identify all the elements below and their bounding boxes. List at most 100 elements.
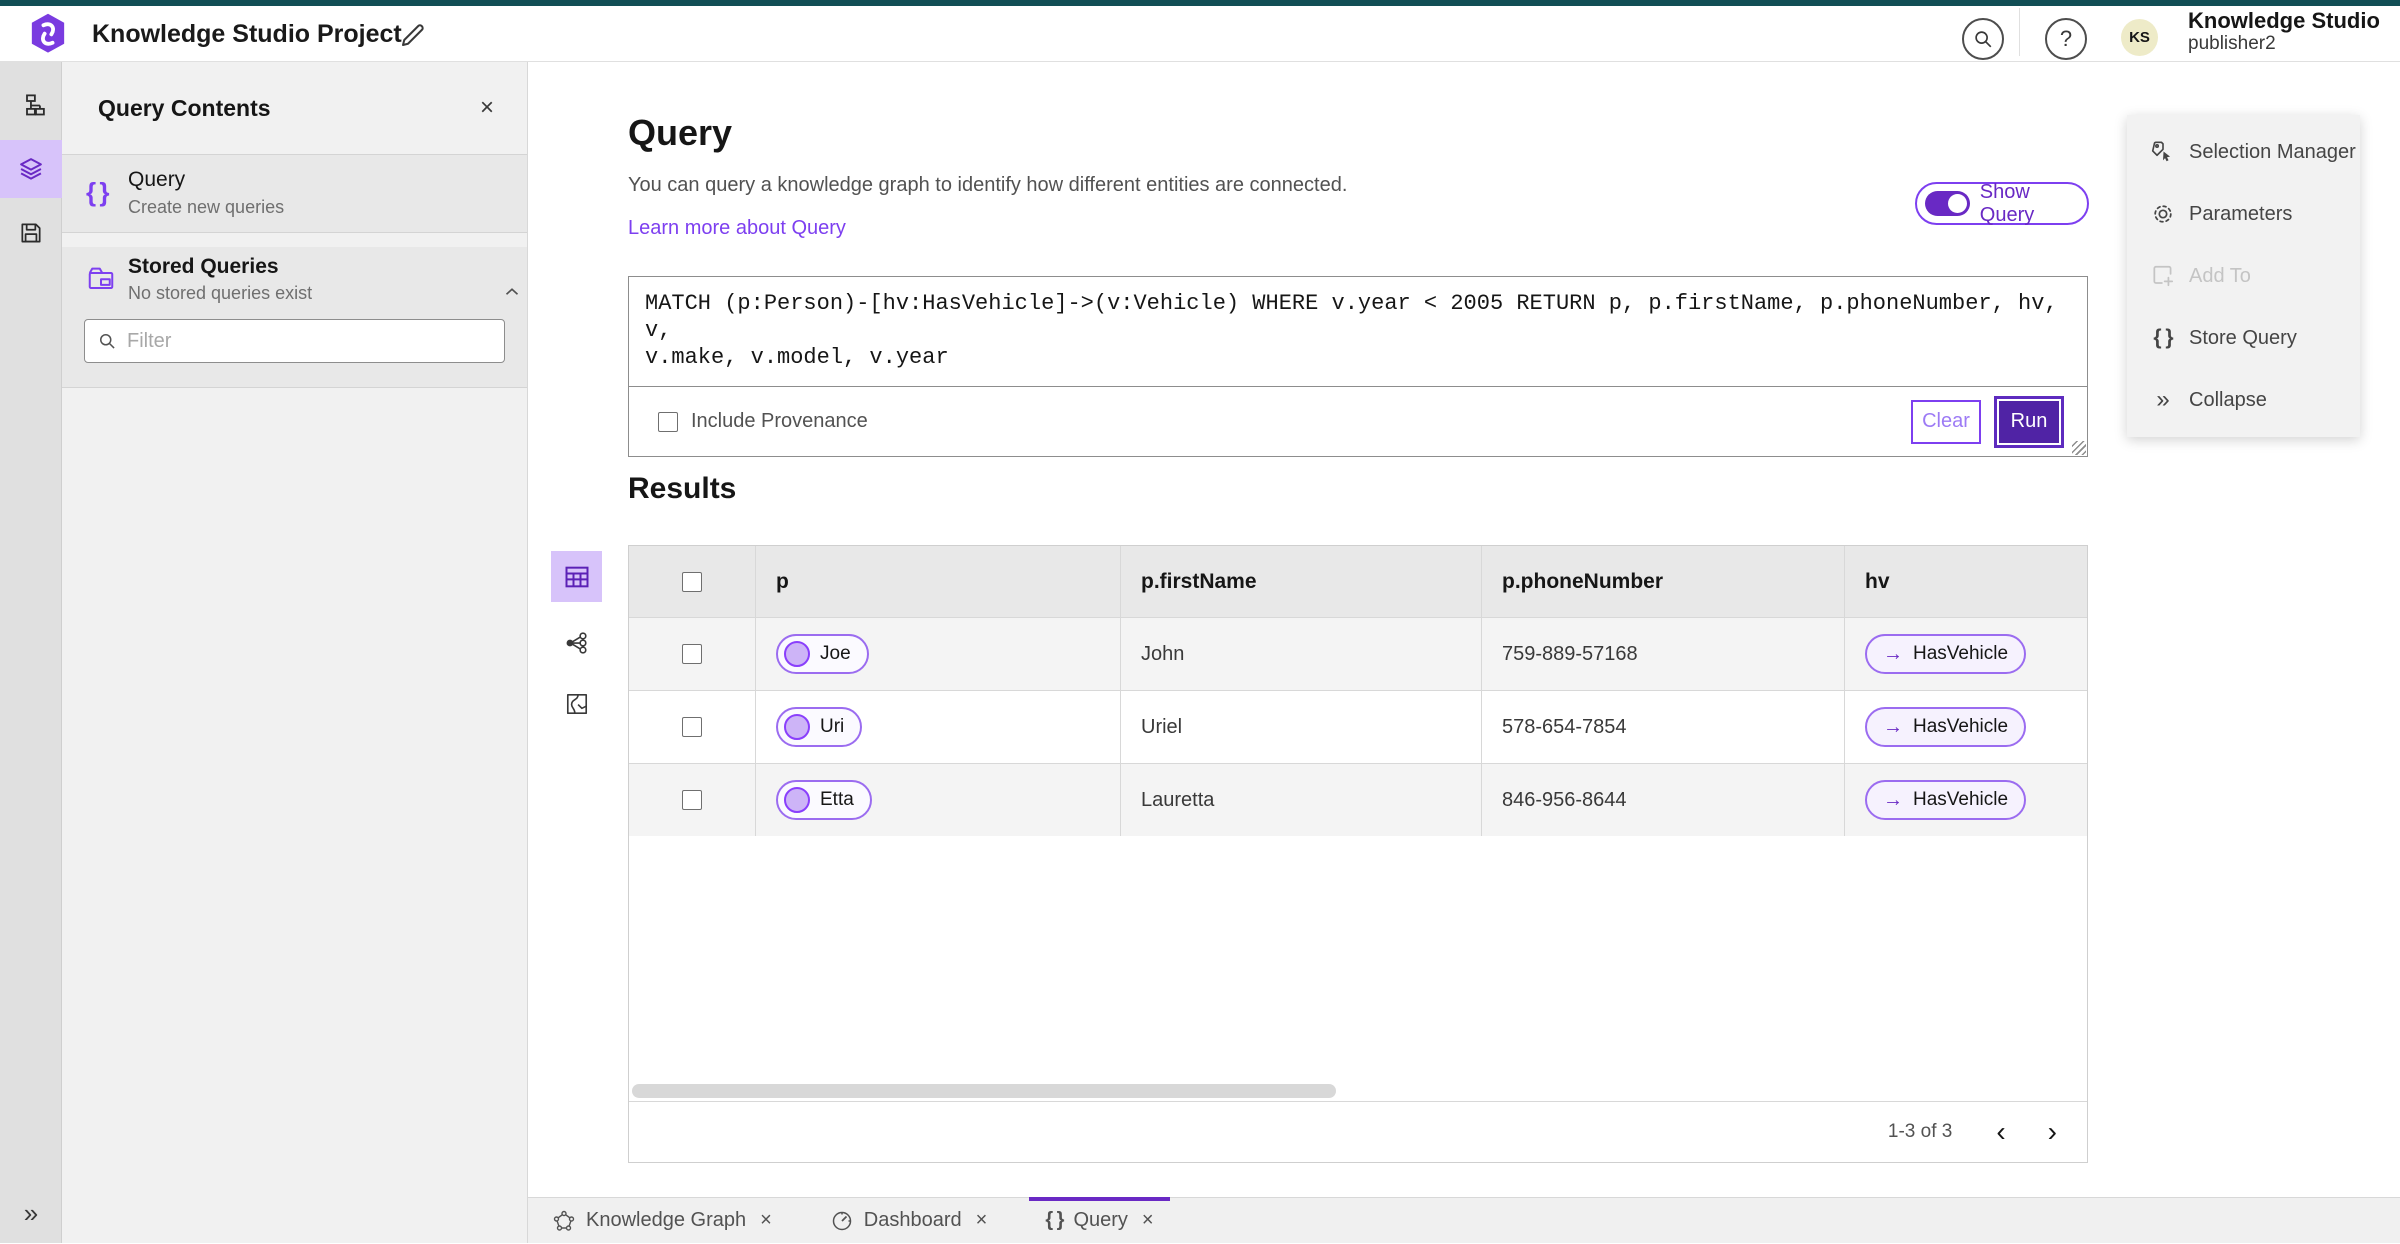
scrollbar-thumb[interactable]: [632, 1084, 1336, 1098]
tab-query[interactable]: { } Query ×: [1029, 1196, 1170, 1244]
selection-manager-label: Selection Manager: [2189, 140, 2356, 163]
query-editor-card: MATCH (p:Person)-[hv:HasVehicle]->(v:Veh…: [628, 276, 2088, 457]
entity-pill[interactable]: Uri: [776, 707, 863, 747]
query-textarea[interactable]: MATCH (p:Person)-[hv:HasVehicle]->(v:Veh…: [629, 277, 2087, 387]
cell-phone: 759-889-57168: [1502, 642, 1638, 665]
selection-manager-icon: [2151, 141, 2171, 162]
help-icon: ?: [2059, 26, 2073, 51]
arrow-right-icon: →: [1883, 642, 1903, 665]
relationship-pill[interactable]: → HasVehicle: [1865, 780, 2027, 820]
column-header-phonenumber[interactable]: p.phoneNumber: [1482, 546, 1845, 617]
expand-rail-button[interactable]: »: [0, 1193, 62, 1233]
table-view-icon: [565, 566, 588, 587]
collapse-panel-button[interactable]: » Collapse: [2127, 369, 2360, 431]
relationship-pill[interactable]: → HasVehicle: [1865, 634, 2027, 674]
main-content: Query You can query a knowledge graph to…: [528, 62, 2400, 1197]
graph-view-button[interactable]: [551, 622, 602, 663]
project-title: Knowledge Studio Project: [92, 20, 402, 48]
learn-more-link[interactable]: Learn more about Query: [628, 217, 846, 240]
sidebar-item-query[interactable]: { } Query Create new queries: [62, 155, 527, 233]
app-logo-icon: [31, 13, 65, 53]
parameters-button[interactable]: Parameters: [2127, 183, 2360, 245]
column-header-firstname[interactable]: p.firstName: [1121, 546, 1482, 617]
table-empty-area: [629, 836, 2087, 1081]
table-view-button[interactable]: [551, 551, 602, 602]
column-header-hv[interactable]: hv: [1845, 546, 2087, 617]
braces-icon: { }: [1045, 1209, 1064, 1231]
page-description: You can query a knowledge graph to ident…: [628, 174, 1348, 196]
stored-queries-section: Stored Queries No stored queries exist: [62, 247, 527, 388]
left-icon-rail: »: [0, 62, 62, 1243]
account-name: Knowledge Studio: [2188, 8, 2380, 33]
table-row[interactable]: Etta Lauretta 846-956-8644 → HasVehicle: [629, 763, 2087, 836]
parameters-label: Parameters: [2189, 202, 2293, 225]
stored-queries-header[interactable]: Stored Queries No stored queries exist: [62, 247, 527, 311]
layers-nav-button[interactable]: [0, 140, 62, 198]
toggle-knob: [1947, 194, 1967, 213]
arrow-right-icon: →: [1883, 788, 1903, 811]
account-username: publisher2: [2188, 33, 2276, 54]
filter-input[interactable]: [127, 329, 487, 353]
graph-view-icon: [566, 631, 587, 654]
close-tab-button[interactable]: ×: [1142, 1209, 1154, 1232]
topbar-divider: [2019, 8, 2020, 56]
pencil-icon: [402, 24, 424, 46]
gear-icon: [2154, 205, 2172, 223]
relationship-pill[interactable]: → HasVehicle: [1865, 707, 2027, 747]
row-checkbox[interactable]: [682, 717, 702, 737]
chevron-left-icon: ‹: [1996, 1116, 2006, 1147]
bottom-tab-bar: Knowledge Graph × Dashboard × { } Query …: [528, 1196, 2400, 1244]
results-table: p p.firstName p.phoneNumber hv Joe John …: [628, 545, 2088, 1163]
hierarchy-nav-button[interactable]: [0, 76, 62, 134]
resize-handle[interactable]: [2072, 441, 2086, 455]
collapse-section-button[interactable]: [477, 265, 519, 295]
help-button[interactable]: ?: [2045, 18, 2087, 60]
store-query-button[interactable]: { } Store Query: [2127, 307, 2360, 369]
include-provenance-label: Include Provenance: [691, 410, 868, 432]
save-icon: [21, 223, 41, 243]
cell-phone: 846-956-8644: [1502, 788, 1627, 811]
panel-header: Query Contents ×: [62, 62, 527, 155]
filter-field[interactable]: [84, 319, 505, 363]
layers-icon: [20, 158, 42, 180]
close-icon: ×: [975, 1209, 988, 1231]
clear-button[interactable]: Clear: [1911, 399, 1981, 444]
include-provenance-checkbox[interactable]: [658, 411, 678, 432]
column-header-p[interactable]: p: [756, 546, 1121, 617]
run-button[interactable]: Run: [1997, 398, 2061, 445]
row-checkbox[interactable]: [682, 644, 702, 664]
selection-manager-button[interactable]: Selection Manager: [2127, 121, 2360, 183]
chevron-right-icon: ›: [2047, 1116, 2057, 1147]
entity-pill[interactable]: Etta: [776, 780, 872, 820]
previous-page-button[interactable]: ‹: [1992, 1118, 2009, 1146]
chart-view-button[interactable]: [551, 683, 602, 724]
entity-pill[interactable]: Joe: [776, 634, 869, 674]
avatar[interactable]: KS: [2121, 19, 2158, 56]
panel-close-button[interactable]: ×: [473, 95, 501, 123]
close-tab-button[interactable]: ×: [760, 1209, 772, 1232]
top-bar: Knowledge Studio Project ? KS Knowledge …: [0, 0, 2400, 62]
next-page-button[interactable]: ›: [2044, 1118, 2061, 1146]
double-chevron-right-icon: »: [23, 1197, 39, 1228]
store-query-label: Store Query: [2189, 326, 2297, 349]
row-checkbox[interactable]: [682, 790, 702, 810]
tab-dashboard[interactable]: Dashboard ×: [814, 1198, 1004, 1244]
show-query-toggle[interactable]: Show Query: [1915, 181, 2089, 226]
entity-label: Joe: [820, 643, 851, 664]
table-row[interactable]: Uri Uriel 578-654-7854 → HasVehicle: [629, 690, 2087, 763]
dashboard-gauge-icon: [832, 1211, 852, 1230]
search-button[interactable]: [1962, 18, 2004, 60]
relationship-label: HasVehicle: [1913, 789, 2009, 810]
close-icon: ×: [760, 1209, 772, 1231]
query-item-sublabel: Create new queries: [128, 197, 285, 217]
save-nav-button[interactable]: [0, 204, 62, 262]
close-tab-button[interactable]: ×: [976, 1209, 988, 1232]
edit-title-button[interactable]: [398, 20, 428, 50]
relationship-label: HasVehicle: [1913, 643, 2009, 664]
table-row[interactable]: Joe John 759-889-57168 → HasVehicle: [629, 617, 2087, 690]
avatar-initials: KS: [2129, 29, 2150, 46]
select-all-checkbox[interactable]: [682, 571, 702, 592]
app-root: Knowledge Studio Project ? KS Knowledge …: [0, 0, 2400, 1243]
tab-knowledge-graph[interactable]: Knowledge Graph ×: [536, 1198, 788, 1244]
entity-label: Uri: [820, 716, 845, 737]
